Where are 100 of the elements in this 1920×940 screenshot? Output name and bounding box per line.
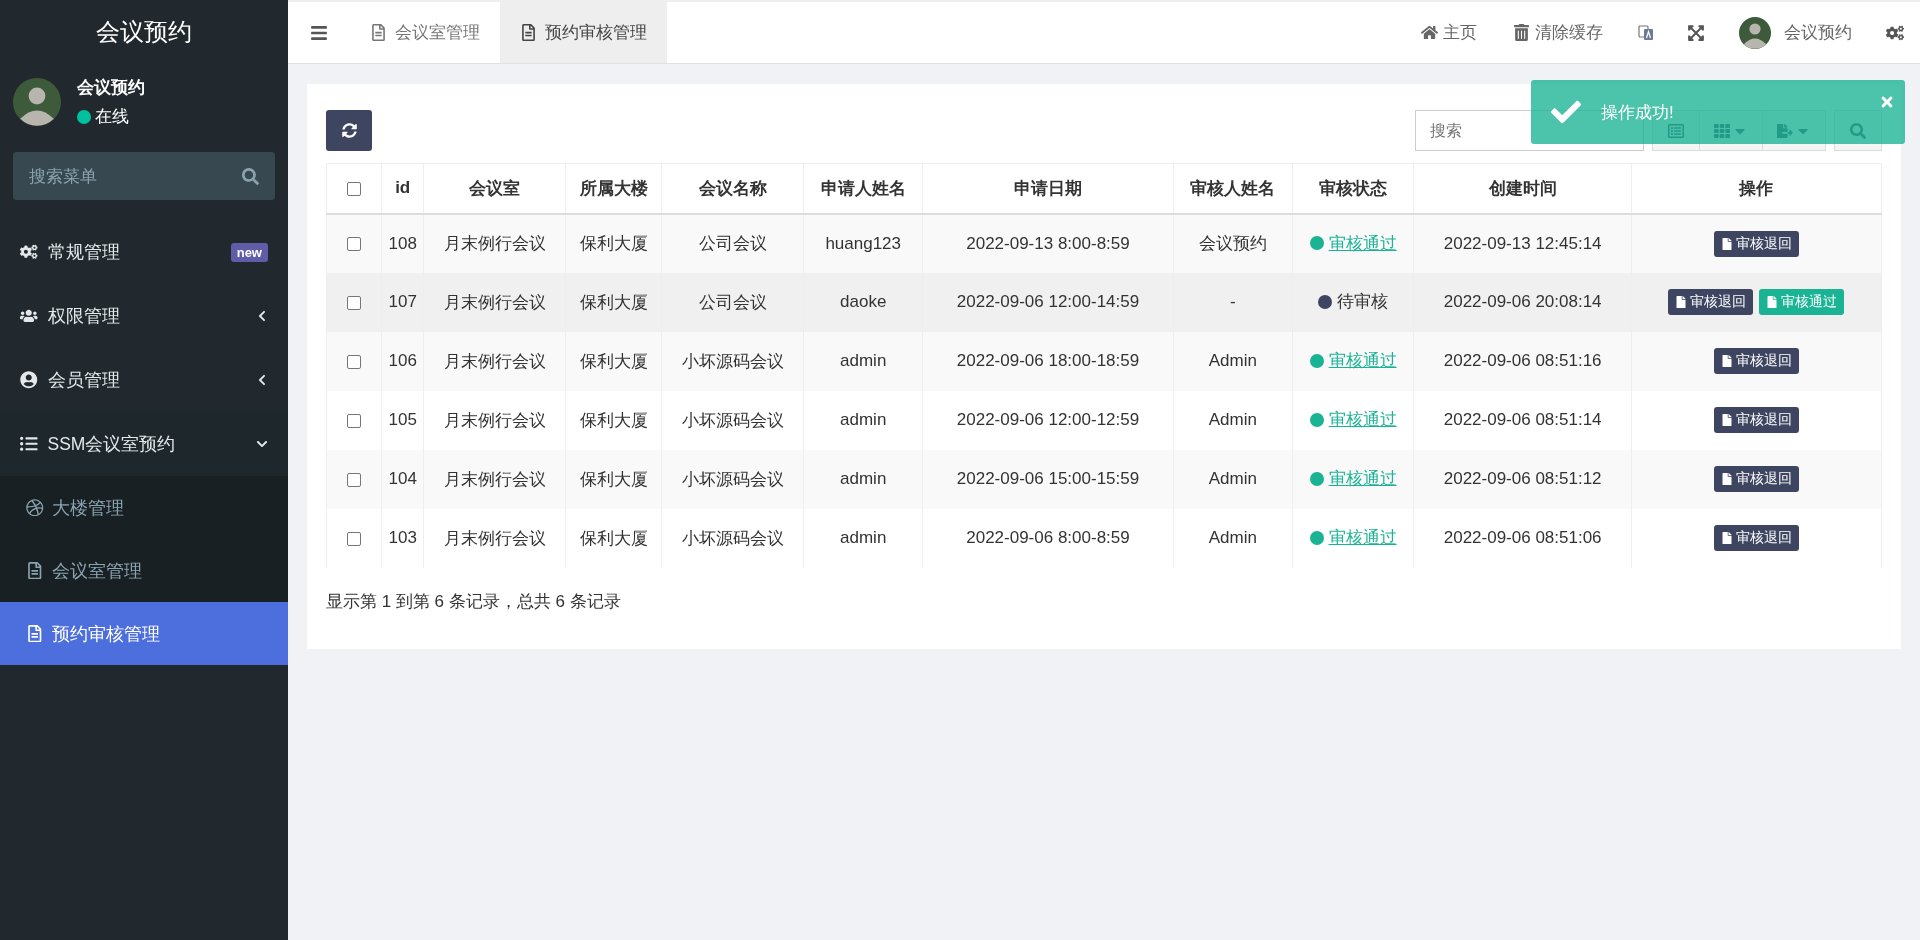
pagination-summary: 显示第 1 到第 6 条记录，总共 6 条记录 (326, 590, 622, 613)
table-cell: 保利大厦 (565, 213, 662, 273)
reject-button[interactable]: 审核退回 (1713, 407, 1799, 433)
file-icon (26, 561, 44, 580)
table-cell: Admin (1173, 331, 1293, 391)
table-cell: 月末例行会议 (423, 508, 566, 568)
user-avatar (13, 78, 61, 126)
column-header: 审核人姓名 (1173, 163, 1293, 214)
table-cell: 月末例行会议 (423, 449, 566, 509)
row-checkbox[interactable] (347, 295, 361, 310)
column-header: 申请人姓名 (803, 163, 923, 214)
menu-icon[interactable] (310, 23, 328, 42)
table-cell: 2022-09-06 12:00-12:59 (922, 390, 1174, 450)
file-icon (1720, 473, 1733, 485)
row-checkbox[interactable] (347, 531, 361, 546)
row-checkbox[interactable] (347, 354, 361, 369)
table-cell: 2022-09-06 08:51:12 (1413, 449, 1632, 509)
user-name: 会议预约 (77, 77, 145, 99)
reject-button[interactable]: 审核退回 (1713, 348, 1799, 374)
table-cell: admin (803, 449, 923, 509)
select-all-checkbox[interactable] (347, 181, 361, 196)
table-cell: 小坏源码会议 (661, 508, 804, 568)
column-header: 操作 (1631, 163, 1882, 214)
chevron-left-icon (256, 374, 268, 386)
new-badge: new (230, 242, 268, 262)
menu-item[interactable]: 权限管理 (0, 284, 288, 348)
list-icon (20, 435, 38, 453)
table-cell: 小坏源码会议 (661, 390, 804, 450)
submenu-item[interactable]: 预约审核管理 (0, 602, 288, 665)
row-checkbox[interactable] (347, 413, 361, 428)
table-cell: 107 (381, 272, 424, 332)
table-cell: 2022-09-06 08:51:14 (1413, 390, 1632, 450)
user-status: 在线 (95, 106, 129, 128)
menu-item[interactable]: 会员管理 (0, 348, 288, 412)
column-header: 所属大楼 (565, 163, 662, 214)
table-cell: admin (803, 331, 923, 391)
table-cell: 小坏源码会议 (661, 449, 804, 509)
file-icon (370, 24, 387, 41)
table-cell: 2022-09-06 18:00-18:59 (922, 331, 1174, 391)
row-checkbox[interactable] (347, 472, 361, 487)
table-cell: 2022-09-06 8:00-8:59 (922, 508, 1174, 568)
table-cell: Admin (1173, 390, 1293, 450)
translate-icon[interactable] (1637, 23, 1655, 42)
online-dot (77, 109, 91, 124)
table-cell: huang123 (803, 213, 923, 273)
table-cell: 月末例行会议 (423, 213, 566, 273)
table-cell: admin (803, 390, 923, 450)
fullscreen-icon[interactable] (1687, 23, 1705, 42)
file-icon (1720, 355, 1733, 367)
column-header: id (381, 163, 424, 214)
clear-cache-link[interactable]: 清除缓存 (1495, 21, 1621, 44)
home-link[interactable]: 主页 (1403, 21, 1495, 44)
gears-icon (20, 243, 38, 261)
table-cell: 105 (381, 390, 424, 450)
table-cell: 108 (381, 213, 424, 273)
chevron-left-icon (256, 310, 268, 322)
column-header: 会议名称 (661, 163, 804, 214)
table-cell: 公司会议 (661, 213, 804, 273)
file-icon (1766, 296, 1779, 308)
menu-search-field[interactable]: 搜索菜单 (13, 152, 275, 200)
table-cell: 2022-09-06 20:08:14 (1413, 272, 1632, 332)
menu-item[interactable]: 常规管理 new (0, 220, 288, 284)
users-icon (20, 307, 38, 325)
table-cell: 月末例行会议 (423, 390, 566, 450)
column-header: 会议室 (423, 163, 566, 214)
submenu-item[interactable]: 会议室管理 (0, 539, 288, 602)
table-cell: 保利大厦 (565, 390, 662, 450)
refresh-button[interactable] (326, 110, 372, 151)
app-title: 会议预约 (95, 17, 193, 47)
user-avatar (1739, 16, 1771, 49)
table-cell: 106 (381, 331, 424, 391)
column-header: 创建时间 (1413, 163, 1632, 214)
refresh-icon (341, 123, 357, 138)
table-cell: admin (803, 508, 923, 568)
table-cell: 保利大厦 (565, 449, 662, 509)
table-cell: 小坏源码会议 (661, 331, 804, 391)
table-cell: 2022-09-06 08:51:16 (1413, 331, 1632, 391)
file-icon (1675, 296, 1688, 308)
trash-icon (1513, 24, 1530, 41)
user-icon (20, 371, 38, 389)
table-cell: 公司会议 (661, 272, 804, 332)
row-checkbox[interactable] (347, 237, 361, 251)
page-tab[interactable]: 预约审核管理 (500, 2, 667, 63)
user-menu[interactable]: 会议预约 (1721, 16, 1870, 49)
table-cell: Admin (1173, 449, 1293, 509)
reject-button[interactable]: 审核退回 (1713, 466, 1799, 492)
table-cell: 保利大厦 (565, 508, 662, 568)
status-label: 待审核 (1318, 290, 1389, 314)
submenu-item[interactable]: 大楼管理 (0, 476, 288, 539)
table-cell: 保利大厦 (565, 272, 662, 332)
reject-button[interactable]: 审核退回 (1713, 525, 1799, 551)
table-cell: 保利大厦 (565, 331, 662, 391)
table-cell: 月末例行会议 (423, 272, 566, 332)
table-cell: 2022-09-06 08:51:06 (1413, 508, 1632, 568)
reject-button[interactable]: 审核退回 (1713, 230, 1799, 257)
file-icon (1720, 532, 1733, 544)
settings-icon[interactable] (1886, 23, 1904, 42)
reject-button[interactable]: 审核退回 (1668, 289, 1754, 315)
table-cell: 2022-09-06 12:00-14:59 (922, 272, 1174, 332)
home-icon (1421, 24, 1438, 41)
